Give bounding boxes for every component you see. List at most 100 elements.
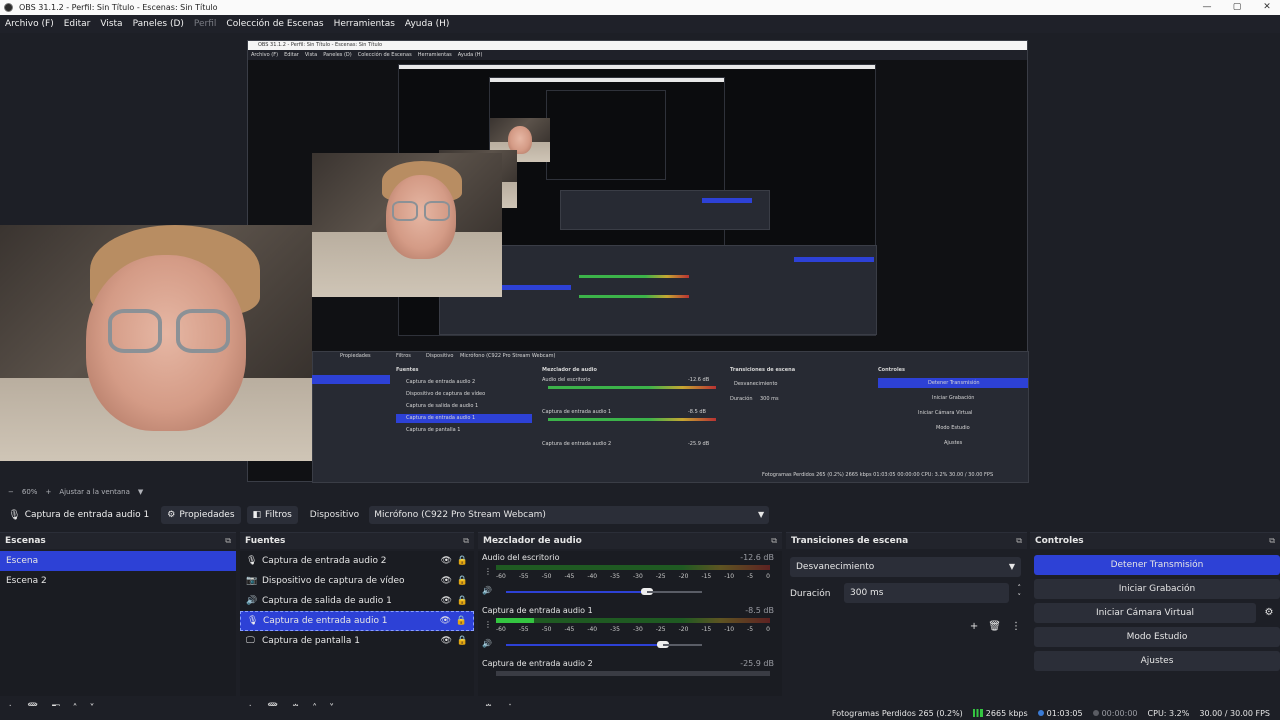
- volume-slider-track: [647, 591, 702, 593]
- tick-label: -20: [678, 573, 689, 580]
- menu-paneles[interactable]: Paneles (D): [128, 19, 189, 29]
- minimize-button[interactable]: —: [1192, 0, 1222, 15]
- photo-glasses: [424, 201, 450, 221]
- more-options-icon[interactable]: ⋮: [1011, 621, 1021, 632]
- tick-label: -30: [632, 626, 643, 633]
- inner-menu-item: Vista: [304, 52, 318, 58]
- source-item[interactable]: 📷 Dispositivo de captura de vídeo 👁 🔒: [240, 571, 474, 591]
- menu-archivo[interactable]: Archivo (F): [0, 19, 59, 29]
- source-item[interactable]: 🔊 Captura de salida de audio 1 👁 🔒: [240, 591, 474, 611]
- transitions-title: Transiciones de escena: [791, 536, 909, 546]
- preview-canvas[interactable]: OBS 31.1.2 - Perfil: Sin Título - Escena…: [0, 33, 1280, 483]
- undock-icon[interactable]: ⧉: [1016, 536, 1022, 546]
- channel-name: Audio del escritorio: [482, 553, 560, 562]
- source-item[interactable]: 🎙 Captura de entrada audio 2 👁 🔒: [240, 551, 474, 571]
- nested-highlight: [794, 257, 874, 262]
- undock-icon[interactable]: ⧉: [771, 536, 777, 546]
- zoom-in-icon[interactable]: +: [45, 488, 51, 496]
- channel-db: -12.6 dB: [740, 553, 774, 562]
- undock-icon[interactable]: ⧉: [225, 536, 231, 546]
- source-label: Dispositivo de captura de vídeo: [262, 576, 405, 586]
- channel-name: Captura de entrada audio 1: [482, 606, 593, 615]
- nested-preview-2: [489, 77, 770, 247]
- eye-icon[interactable]: 👁: [441, 556, 452, 566]
- maximize-button[interactable]: ▢: [1222, 0, 1252, 15]
- tick-label: -35: [610, 626, 620, 633]
- tick-label: -40: [587, 626, 598, 633]
- volume-slider[interactable]: [506, 588, 702, 595]
- nested-docks: [560, 190, 770, 230]
- fit-to-window-button[interactable]: Ajustar a la ventana: [59, 488, 130, 496]
- record-status: 00:00:00: [1092, 709, 1138, 718]
- eye-icon[interactable]: 👁: [440, 616, 451, 626]
- lock-icon[interactable]: 🔒: [457, 636, 468, 646]
- volume-slider[interactable]: [506, 641, 702, 648]
- trash-icon[interactable]: 🗑: [988, 621, 1001, 632]
- settings-button[interactable]: Ajustes: [1034, 651, 1280, 671]
- device-select[interactable]: Micrófono (C922 Pro Stream Webcam) ▼: [369, 506, 770, 524]
- menu-coleccion-escenas[interactable]: Colección de Escenas: [221, 19, 328, 29]
- lock-icon[interactable]: 🔒: [457, 596, 468, 606]
- studio-mode-button[interactable]: Modo Estudio: [1034, 627, 1280, 647]
- menu-vista[interactable]: Vista: [95, 19, 127, 29]
- stream-status: 01:03:05: [1037, 709, 1083, 718]
- speaker-icon[interactable]: 🔊: [482, 639, 492, 648]
- filters-button[interactable]: ◧ Filtros: [246, 506, 298, 524]
- microphone-icon: 🎙: [8, 509, 21, 521]
- duration-input[interactable]: 300 ms: [844, 583, 1009, 603]
- start-virtual-camera-button[interactable]: Iniciar Cámara Virtual: [1034, 603, 1256, 623]
- controls-title: Controles: [1035, 536, 1084, 546]
- eye-icon[interactable]: 👁: [441, 596, 452, 606]
- inner-menu-item: Editar: [284, 52, 299, 58]
- stop-streaming-button[interactable]: Detener Transmisión: [1034, 555, 1280, 575]
- more-options-icon[interactable]: ⋮: [484, 620, 492, 629]
- menu-editar[interactable]: Editar: [59, 19, 96, 29]
- source-label: Captura de pantalla 1: [262, 636, 361, 646]
- nested-highlight: [702, 198, 752, 203]
- zoom-out-icon[interactable]: −: [8, 488, 14, 496]
- tick-label: -10: [724, 573, 735, 580]
- source-item[interactable]: 🎙 Captura de entrada audio 1 👁 🔒: [240, 611, 474, 631]
- more-options-icon[interactable]: ⋮: [484, 567, 492, 576]
- source-item[interactable]: 🖵 Captura de pantalla 1 👁 🔒: [240, 631, 474, 651]
- menu-ayuda[interactable]: Ayuda (H): [400, 19, 454, 29]
- selected-source-name: Captura de entrada audio 1: [24, 510, 150, 520]
- properties-button[interactable]: ⚙ Propiedades: [161, 506, 241, 524]
- level-meter: [496, 618, 770, 623]
- tick-label: -35: [610, 573, 620, 580]
- menu-herramientas[interactable]: Herramientas: [329, 19, 400, 29]
- inner-mixer-db: -8.5 dB: [688, 409, 706, 415]
- inner-controls-title: Controles: [878, 367, 906, 373]
- menu-perfil[interactable]: Perfil: [189, 19, 222, 29]
- inner-mixer-channel: Captura de entrada audio 1: [542, 409, 612, 415]
- zoom-dropdown-icon[interactable]: ▼: [138, 488, 143, 496]
- speaker-icon[interactable]: 🔊: [482, 586, 492, 595]
- transition-select[interactable]: Desvanecimiento ▼: [790, 557, 1021, 577]
- virtual-camera-settings-icon[interactable]: ⚙: [1260, 603, 1278, 623]
- inner-tab-filters: Filtros: [396, 353, 411, 359]
- inner-control-button: Modo Estudio: [936, 425, 970, 431]
- close-button[interactable]: ✕: [1252, 0, 1280, 15]
- inner-source-item: Dispositivo de captura de vídeo: [406, 391, 486, 397]
- undock-icon[interactable]: ⧉: [1269, 536, 1275, 546]
- inner-mixer-channel: Audio del escritorio: [542, 377, 591, 383]
- eye-icon[interactable]: 👁: [441, 576, 452, 586]
- scene-item[interactable]: Escena: [0, 551, 236, 571]
- duration-stepper[interactable]: ˄ ˅: [1018, 584, 1022, 602]
- obs-logo-icon: [4, 3, 13, 12]
- webcam-source[interactable]: [0, 225, 312, 461]
- lock-icon[interactable]: 🔒: [457, 576, 468, 586]
- scene-item[interactable]: Escena 2: [0, 571, 236, 591]
- device-label: Dispositivo: [309, 510, 360, 520]
- tick-label: -50: [541, 626, 552, 633]
- zoom-bar: − 60% + Ajustar a la ventana ▼: [0, 483, 1280, 501]
- inner-control-button: Iniciar Grabación: [932, 395, 975, 401]
- undock-icon[interactable]: ⧉: [463, 536, 469, 546]
- lock-icon[interactable]: 🔒: [456, 616, 467, 626]
- add-icon[interactable]: +: [970, 621, 978, 632]
- start-recording-button[interactable]: Iniciar Grabación: [1034, 579, 1280, 599]
- lock-icon[interactable]: 🔒: [457, 556, 468, 566]
- inner-menu-item: Paneles (D): [323, 52, 352, 58]
- inner-duration-value: 300 ms: [760, 396, 779, 402]
- eye-icon[interactable]: 👁: [441, 636, 452, 646]
